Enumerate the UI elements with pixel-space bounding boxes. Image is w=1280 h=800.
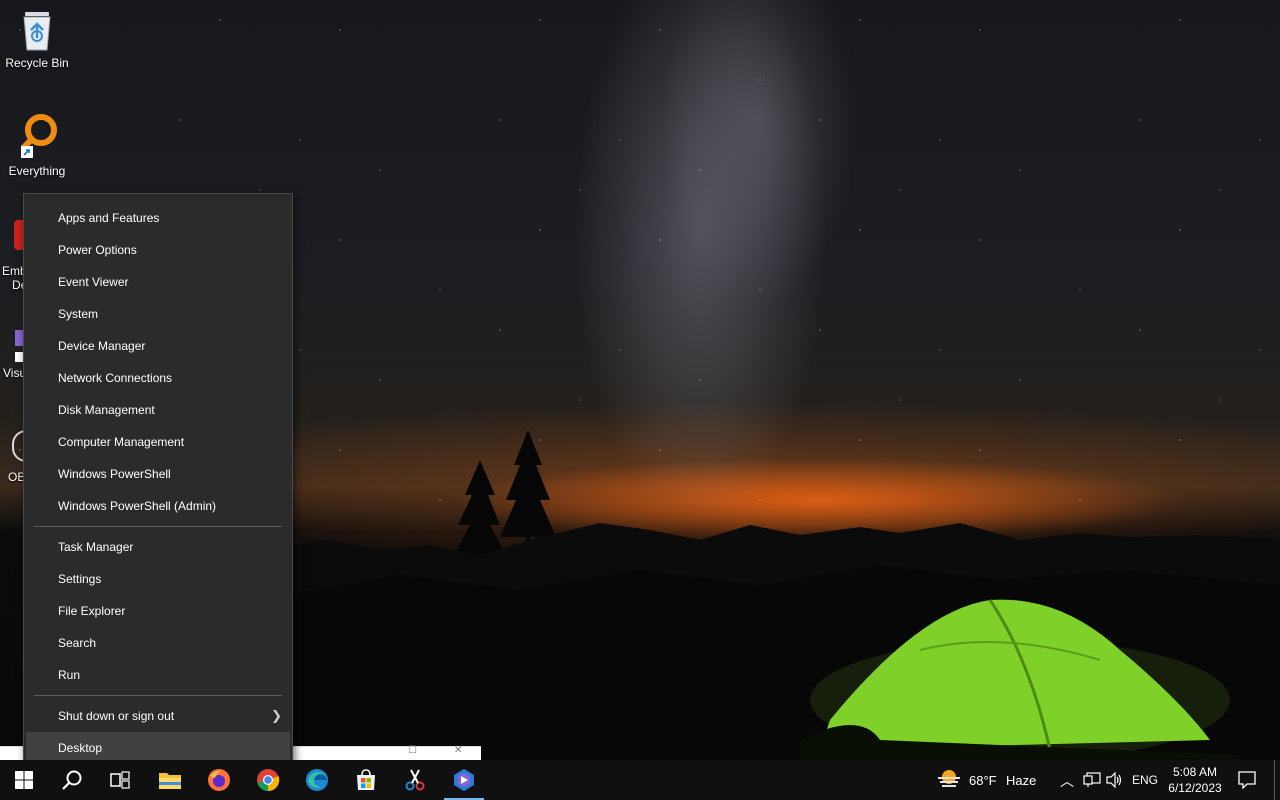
weather-condition[interactable]: Haze: [1006, 773, 1036, 788]
snipping-tool-icon: [405, 769, 425, 791]
menu-item-task-manager[interactable]: Task Manager: [24, 531, 292, 563]
task-view-button[interactable]: [96, 760, 144, 800]
volume-icon[interactable]: [1106, 772, 1124, 788]
menu-item-disk-management[interactable]: Disk Management: [24, 394, 292, 426]
taskbar-snipping-tool[interactable]: [391, 760, 439, 800]
menu-item-windows-powershell-admin[interactable]: Windows PowerShell (Admin): [24, 490, 292, 522]
firefox-icon: [208, 769, 230, 791]
notification-center-icon[interactable]: [1238, 771, 1256, 789]
menu-item-settings[interactable]: Settings: [24, 563, 292, 595]
edge-icon: [306, 769, 328, 791]
menu-item-file-explorer[interactable]: File Explorer: [24, 595, 292, 627]
clock-date: 6/12/2023: [1168, 781, 1222, 795]
menu-item-apps-and-features[interactable]: Apps and Features: [24, 202, 292, 234]
task-view-icon: [110, 771, 130, 789]
haze-sun-icon: [938, 770, 960, 787]
clock-time: 5:08 AM: [1172, 765, 1218, 779]
weather-widget[interactable]: [936, 768, 964, 792]
network-icon[interactable]: [1083, 772, 1101, 788]
chrome-icon: [257, 769, 280, 792]
microsoft-store-icon: [357, 769, 375, 790]
windows-logo-icon: [15, 771, 33, 789]
bing-icon: [454, 769, 474, 791]
search-icon: [62, 770, 82, 790]
chevron-up-icon[interactable]: ︿: [1060, 771, 1074, 791]
winx-context-menu: Apps and Features Power Options Event Vi…: [23, 193, 293, 771]
taskbar-search-button[interactable]: [48, 760, 96, 800]
menu-item-power-options[interactable]: Power Options: [24, 234, 292, 266]
menu-item-search[interactable]: Search: [24, 627, 292, 659]
menu-item-windows-powershell[interactable]: Windows PowerShell: [24, 458, 292, 490]
menu-item-computer-management[interactable]: Computer Management: [24, 426, 292, 458]
taskbar-chrome[interactable]: [244, 760, 292, 800]
taskbar-firefox[interactable]: [195, 760, 243, 800]
taskbar-edge[interactable]: [293, 760, 341, 800]
everything-shortcut[interactable]: Everything: [0, 112, 74, 178]
file-explorer-icon: [159, 773, 181, 789]
menu-item-label: Shut down or sign out: [58, 709, 175, 723]
recycle-bin-icon: [23, 12, 51, 51]
everything-magnifier-icon: [20, 114, 57, 158]
chevron-right-icon: ❯: [271, 708, 282, 723]
taskbar: 68°F Haze ︿ ENG 5:08 AM 6/12/2023: [0, 760, 1280, 800]
maximize-icon[interactable]: ☐: [408, 745, 417, 756]
recycle-bin-label: Recycle Bin: [5, 56, 69, 70]
menu-item-system[interactable]: System: [24, 298, 292, 330]
recycle-bin-shortcut[interactable]: Recycle Bin: [0, 8, 74, 70]
menu-item-shut-down-or-sign-out[interactable]: Shut down or sign out ❯: [24, 700, 292, 732]
menu-item-device-manager[interactable]: Device Manager: [24, 330, 292, 362]
menu-item-network-connections[interactable]: Network Connections: [24, 362, 292, 394]
menu-item-event-viewer[interactable]: Event Viewer: [24, 266, 292, 298]
language-indicator[interactable]: ENG: [1132, 773, 1158, 787]
menu-separator: [34, 695, 282, 696]
close-icon[interactable]: ✕: [454, 745, 462, 756]
everything-label: Everything: [8, 164, 66, 178]
taskbar-file-explorer[interactable]: [146, 760, 194, 800]
glowing-tent: [800, 599, 1240, 760]
clock[interactable]: 5:08 AM 6/12/2023: [1160, 764, 1230, 796]
menu-item-run[interactable]: Run: [24, 659, 292, 691]
taskbar-bing[interactable]: [440, 760, 488, 800]
menu-separator: [34, 526, 282, 527]
show-desktop-button[interactable]: [1274, 760, 1280, 800]
taskbar-microsoft-store[interactable]: [342, 760, 390, 800]
start-button[interactable]: [0, 760, 48, 800]
weather-temperature[interactable]: 68°F: [969, 773, 997, 788]
